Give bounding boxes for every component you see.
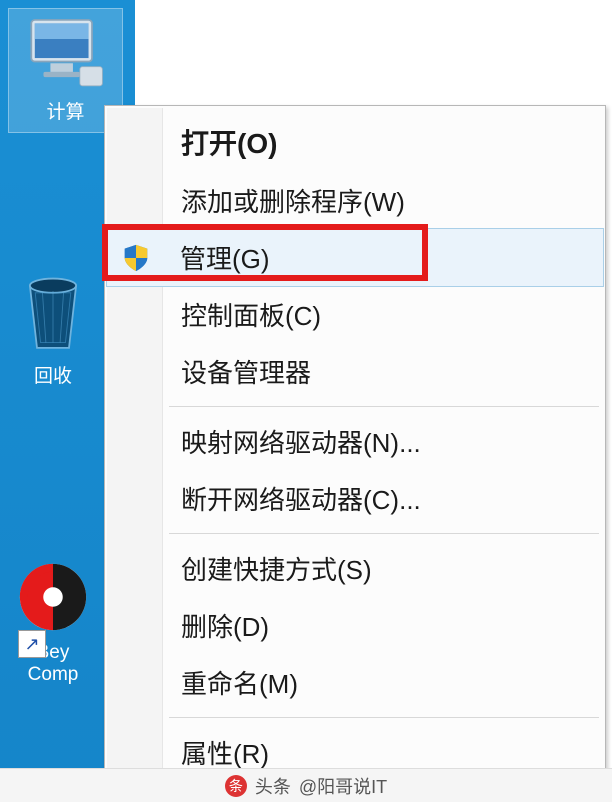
menu-item-open[interactable]: 打开(O) bbox=[107, 112, 603, 172]
menu-item-disconnect-network-drive[interactable]: 断开网络驱动器(C)... bbox=[107, 470, 603, 527]
desktop-icon-label: 计算 bbox=[46, 97, 84, 124]
menu-item-label: 管理(G) bbox=[180, 239, 270, 276]
desktop-icon-recycle[interactable]: 回收 bbox=[8, 275, 98, 388]
menu-item-label: 设备管理器 bbox=[181, 353, 311, 390]
desktop-icon-label: 回收 bbox=[34, 361, 72, 388]
menu-item-manage[interactable]: 管理(G) bbox=[106, 228, 604, 287]
menu-item-label: 创建快捷方式(S) bbox=[181, 550, 372, 587]
menu-separator bbox=[169, 533, 599, 534]
menu-item-create-shortcut[interactable]: 创建快捷方式(S) bbox=[107, 540, 603, 597]
menu-separator bbox=[169, 717, 599, 718]
menu-item-label: 重命名(M) bbox=[181, 664, 298, 701]
computer-icon bbox=[22, 13, 110, 91]
menu-separator bbox=[169, 406, 599, 407]
watermark-source: 头条 bbox=[255, 773, 291, 799]
watermark-author: @阳哥说IT bbox=[299, 773, 387, 799]
menu-item-delete[interactable]: 删除(D) bbox=[107, 597, 603, 654]
beyond-compare-icon bbox=[14, 558, 92, 636]
watermark: 条 头条 @阳哥说IT bbox=[0, 768, 612, 802]
context-menu: 打开(O) 添加或删除程序(W) 管理(G) 控制面板(C) 设备管理器 映射网… bbox=[104, 105, 606, 788]
menu-item-label: 添加或删除程序(W) bbox=[181, 182, 405, 219]
menu-item-label: 打开(O) bbox=[181, 122, 277, 162]
menu-item-control-panel[interactable]: 控制面板(C) bbox=[107, 286, 603, 343]
menu-item-label: 删除(D) bbox=[181, 607, 269, 644]
watermark-logo-icon: 条 bbox=[225, 775, 247, 797]
menu-item-label: 断开网络驱动器(C)... bbox=[181, 480, 421, 517]
desktop-icon-beyond[interactable]: ↗ Bey Comp bbox=[8, 558, 98, 686]
menu-item-label: 属性(R) bbox=[181, 734, 269, 771]
shortcut-arrow-icon: ↗ bbox=[18, 630, 46, 658]
menu-item-device-manager[interactable]: 设备管理器 bbox=[107, 343, 603, 400]
menu-item-label: 控制面板(C) bbox=[181, 296, 321, 333]
menu-item-map-network-drive[interactable]: 映射网络驱动器(N)... bbox=[107, 413, 603, 470]
menu-item-add-remove-programs[interactable]: 添加或删除程序(W) bbox=[107, 172, 603, 229]
uac-shield-icon bbox=[121, 243, 151, 273]
recycle-bin-icon bbox=[17, 275, 89, 355]
menu-item-label: 映射网络驱动器(N)... bbox=[181, 423, 421, 460]
menu-item-rename[interactable]: 重命名(M) bbox=[107, 654, 603, 711]
